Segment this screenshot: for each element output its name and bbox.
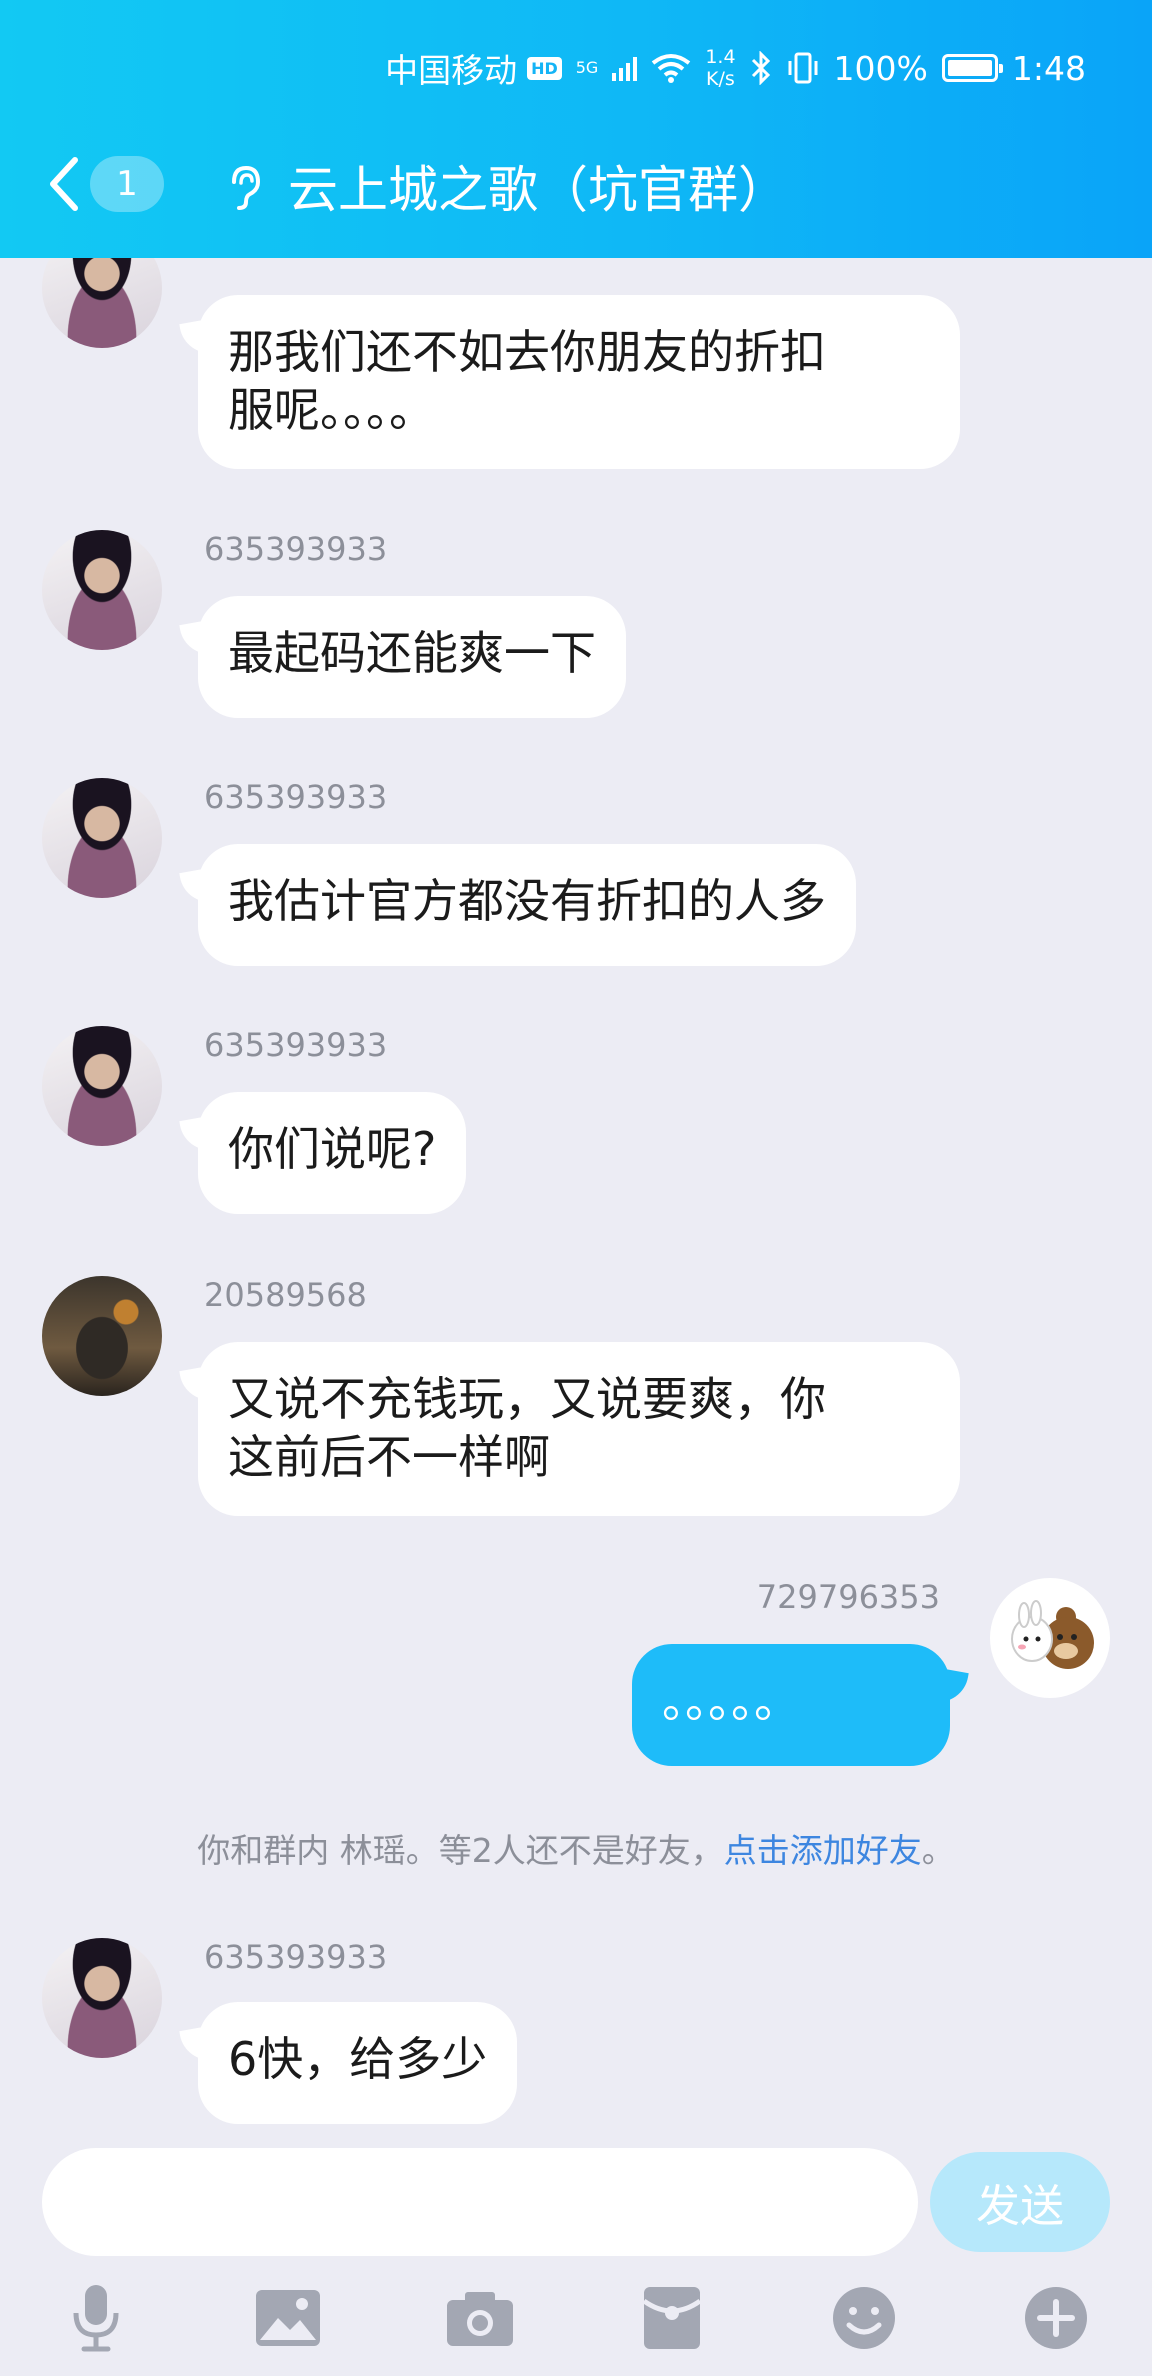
message-bubble[interactable]: 我估计官方都没有折扣的人多 (198, 844, 856, 966)
camera-icon (447, 2292, 513, 2346)
avatar[interactable] (42, 1276, 162, 1396)
wifi-icon (652, 54, 691, 83)
avatar[interactable] (42, 778, 162, 898)
message-bubble[interactable]: 最起码还能爽一下 (198, 596, 626, 718)
chat-title[interactable]: 云上城之歌（坑官群） (288, 150, 788, 222)
sender-id: 635393933 (204, 778, 388, 816)
earpiece-mode-icon[interactable] (222, 162, 266, 212)
hd-badge: HD (527, 56, 562, 80)
more-button[interactable] (1016, 2278, 1096, 2358)
avatar[interactable] (990, 1578, 1110, 1698)
message-bubble[interactable]: 你们说呢? (198, 1092, 467, 1214)
notice-text: 你和群内 林瑶。等2人还不是好友， (197, 1831, 724, 1870)
battery-percent: 100% (833, 48, 928, 88)
avatar[interactable] (42, 258, 162, 348)
red-packet-icon (642, 2287, 702, 2349)
message-input[interactable] (42, 2148, 918, 2256)
emoji-button[interactable] (824, 2278, 904, 2358)
voice-button[interactable] (56, 2278, 136, 2358)
red-packet-button[interactable] (632, 2278, 712, 2358)
back-button[interactable] (44, 154, 84, 214)
bear-sticker-icon (1011, 1600, 1094, 1669)
plus-icon (1025, 2287, 1087, 2349)
camera-button[interactable] (440, 2278, 520, 2358)
sender-id: 635393933 (204, 1026, 388, 1064)
notice-end: 。 (921, 1831, 955, 1870)
bluetooth-icon (751, 51, 770, 85)
microphone-icon (73, 2285, 119, 2352)
carrier-label: 中国移动 (385, 51, 518, 90)
unread-count-badge[interactable]: 1 (90, 156, 164, 212)
title-bar: 1 云上城之歌（坑官群） (0, 140, 1152, 230)
network-speed-unit: K/s (706, 68, 735, 90)
battery-icon (941, 54, 1003, 82)
image-icon (256, 2290, 320, 2346)
app-header: 中国移动 HD 5G 1.4 K/s 100% 1:48 1 云上城之歌（坑官群… (0, 0, 1152, 258)
input-bar: 发送 (0, 2128, 1152, 2376)
network-speed-value: 1.4 (705, 46, 736, 68)
clock: 1:48 (1011, 48, 1086, 88)
sender-id: 635393933 (204, 1938, 388, 1976)
signal-icon (612, 55, 638, 81)
avatar[interactable] (42, 530, 162, 650)
add-friend-link[interactable]: 点击添加好友 (724, 1831, 922, 1870)
send-button[interactable]: 发送 (930, 2152, 1110, 2252)
message-bubble[interactable]: 6快，给多少 (198, 2002, 518, 2124)
vibrate-icon (788, 52, 818, 84)
chat-messages[interactable]: 那我们还不如去你朋友的折扣 服呢。。。。 635393933 最起码还能爽一下 … (0, 258, 1152, 2128)
message-bubble-self[interactable]: 。。。。。 (632, 1644, 950, 1766)
add-friend-notice: 你和群内 林瑶。等2人还不是好友，点击添加好友。 (0, 1824, 1152, 1872)
emoji-icon (833, 2287, 895, 2349)
chevron-left-icon (50, 157, 78, 211)
sender-id: 729796353 (756, 1578, 940, 1616)
avatar[interactable] (42, 1938, 162, 2058)
network-type-label: 5G (575, 58, 599, 77)
sender-id: 20589568 (204, 1276, 367, 1314)
avatar[interactable] (42, 1026, 162, 1146)
message-bubble[interactable]: 又说不充钱玩，又说要爽，你 这前后不一样啊 (198, 1342, 960, 1516)
message-bubble[interactable]: 那我们还不如去你朋友的折扣 服呢。。。。 (198, 295, 960, 469)
image-button[interactable] (248, 2278, 328, 2358)
toolbar (0, 2278, 1152, 2368)
status-bar: 中国移动 HD 5G 1.4 K/s 100% 1:48 (0, 40, 1152, 96)
sender-id: 635393933 (204, 530, 388, 568)
network-speed: 1.4 K/s (705, 46, 735, 90)
